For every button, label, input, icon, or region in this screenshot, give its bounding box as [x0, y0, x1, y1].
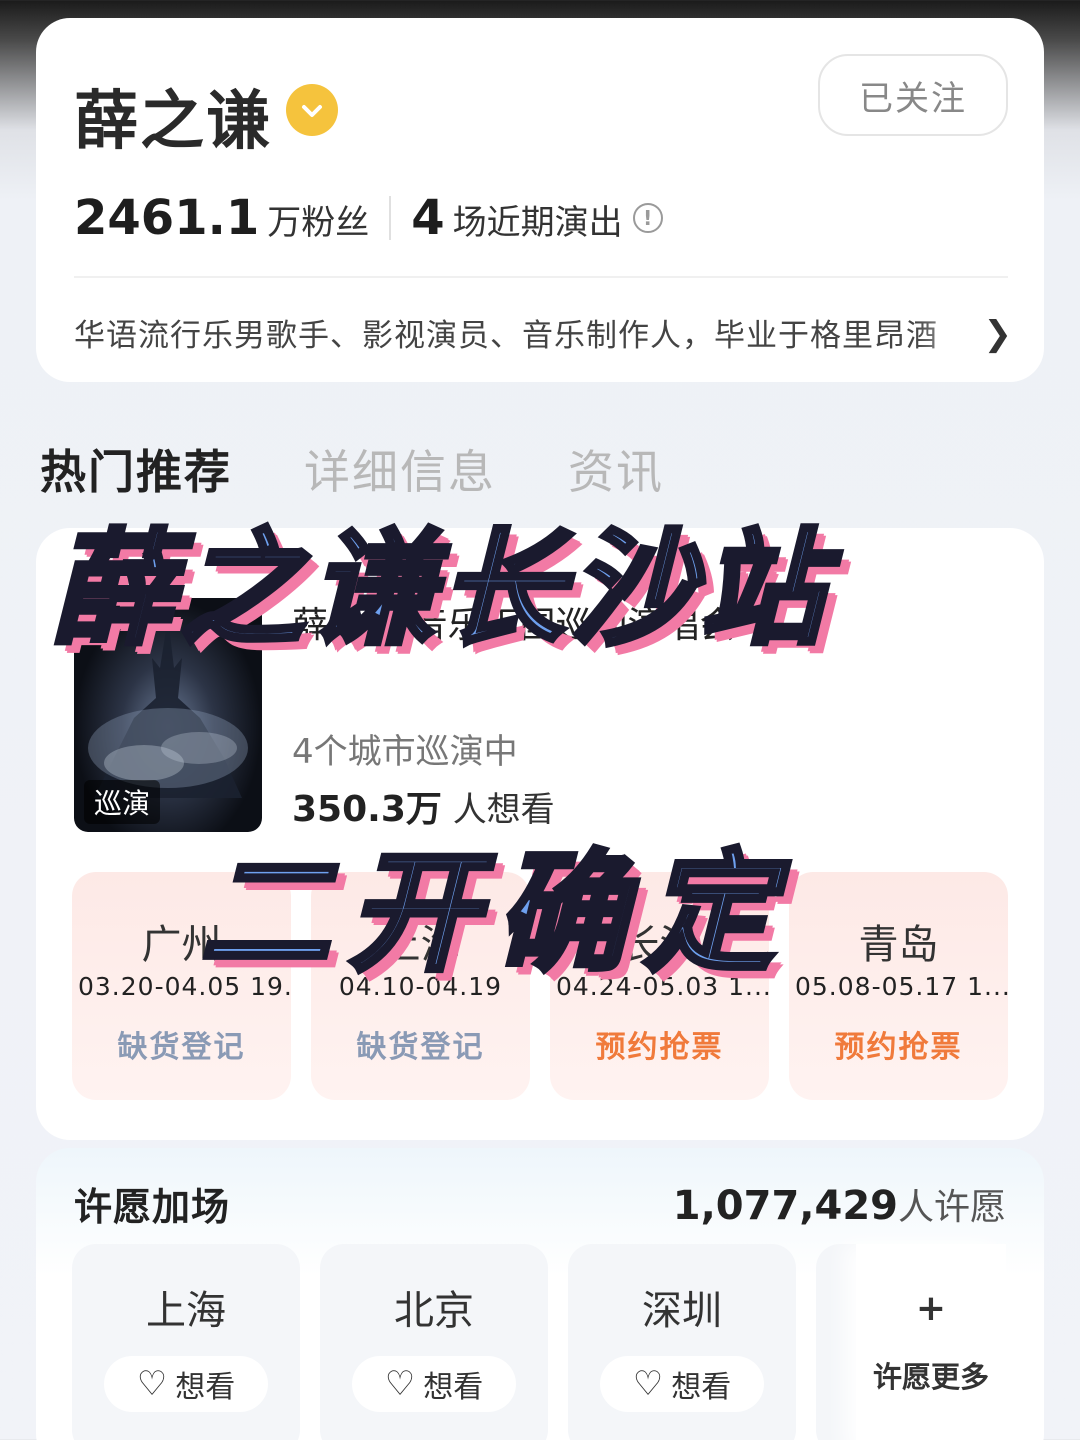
- waitlist-button[interactable]: 缺货登记: [72, 1022, 291, 1066]
- stats-row: 2461.1 万粉丝 4 场近期演出 !: [74, 190, 663, 246]
- wish-title: 许愿加场: [74, 1185, 231, 1229]
- wish-more-label: 许愿更多: [872, 1360, 989, 1394]
- heart-plus-icon: ♡: [136, 1364, 168, 1404]
- reserve-ticket-button[interactable]: 预约抢票: [789, 1022, 1008, 1066]
- wish-city-name: 深圳: [642, 1288, 722, 1334]
- wish-city-list: 上海 ♡ 想看 北京 ♡ 想看 深圳 ♡ 想看: [72, 1244, 796, 1440]
- tour-cities-status: 4个城市巡演中: [292, 732, 518, 772]
- wish-more-button[interactable]: + 许愿更多: [856, 1244, 1006, 1440]
- wish-extra-show-card: 许愿加场 1,077,429人许愿 上海 ♡ 想看 北京 ♡ 想看 深圳 ♡ 想…: [36, 1148, 1044, 1440]
- wish-city-card: 北京 ♡ 想看: [320, 1244, 548, 1440]
- want-to-see-button[interactable]: ♡ 想看: [352, 1356, 516, 1412]
- want-to-see-button[interactable]: ♡ 想看: [104, 1356, 268, 1412]
- want-to-see-label: 想看: [175, 1370, 236, 1405]
- divider: [74, 276, 1008, 278]
- wish-count-number: 1,077,429: [672, 1183, 898, 1229]
- chevron-right-icon[interactable]: ❯: [984, 314, 1013, 354]
- wish-count-label: 人许愿: [897, 1187, 1006, 1228]
- info-icon[interactable]: !: [632, 203, 663, 233]
- wish-city-card: 上海 ♡ 想看: [72, 1244, 300, 1440]
- bio-fade: [916, 308, 986, 358]
- heart-plus-icon: ♡: [384, 1364, 416, 1404]
- shows-count: 4: [411, 190, 445, 246]
- tour-city-card[interactable]: 青岛 05.08-05.17 1... 预约抢票: [789, 872, 1008, 1100]
- want-to-see-label: 想看: [423, 1370, 484, 1405]
- wish-city-name: 北京: [394, 1288, 474, 1334]
- follow-button[interactable]: 已关注: [818, 54, 1008, 136]
- wish-city-card: 深圳 ♡ 想看: [568, 1244, 796, 1440]
- artist-name: 薛之谦: [74, 85, 272, 159]
- stats-divider: [389, 196, 392, 240]
- tour-tag: 巡演: [84, 780, 161, 824]
- artist-bio[interactable]: 华语流行乐男歌手、影视演员、音乐制作人，毕业于格里昂酒: [74, 310, 974, 355]
- fans-count: 2461.1: [74, 190, 260, 246]
- fans-label: 万粉丝: [267, 203, 370, 243]
- shows-label: 场近期演出: [452, 203, 623, 243]
- want-to-see-label: 想看: [671, 1370, 732, 1405]
- artist-profile-card: 薛之谦 已关注 2461.1 万粉丝 4 场近期演出 ! 华语流行乐男歌手、影视…: [36, 18, 1044, 382]
- overlay-headline: 薛之谦长沙站: [47, 516, 831, 665]
- heart-plus-icon: ♡: [632, 1364, 664, 1404]
- wish-count: 1,077,429人许愿: [673, 1178, 1006, 1230]
- plus-icon: +: [915, 1288, 947, 1329]
- reserve-ticket-button[interactable]: 预约抢票: [550, 1022, 769, 1066]
- waitlist-button[interactable]: 缺货登记: [311, 1022, 530, 1066]
- overlay-subheadline: 二开确定: [197, 835, 793, 992]
- city-dates: 05.08-05.17 1...: [795, 972, 1008, 1001]
- verified-badge-icon: [286, 84, 338, 136]
- want-to-see-button[interactable]: ♡ 想看: [600, 1356, 764, 1412]
- wish-city-name: 上海: [146, 1288, 226, 1334]
- city-name: 青岛: [858, 922, 939, 968]
